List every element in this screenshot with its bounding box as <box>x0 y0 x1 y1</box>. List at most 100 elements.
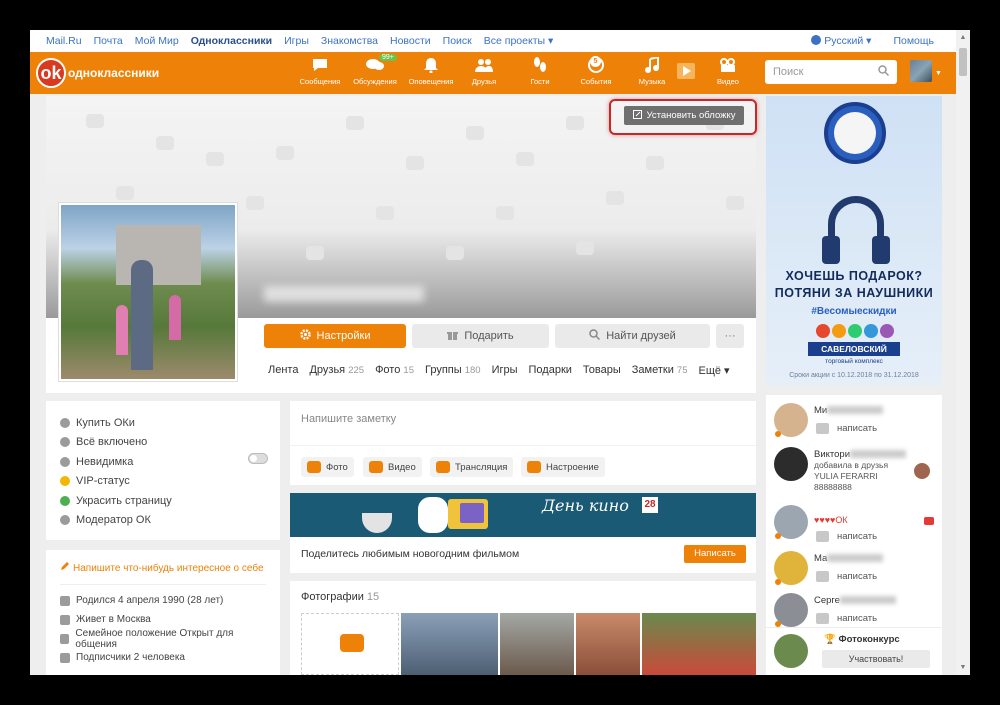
added-friend-name[interactable]: YULIA FERARRI <box>814 471 878 481</box>
search-icon <box>589 329 601 343</box>
tab-label: Подарки <box>528 364 572 376</box>
avatar[interactable] <box>774 634 808 668</box>
play-icon[interactable] <box>677 63 695 79</box>
menu-moderator[interactable]: Модератор ОК <box>60 511 266 531</box>
tab-groups[interactable]: Группы 180 <box>425 364 481 377</box>
about-city: Живет в Москва <box>60 610 266 629</box>
write-message-link[interactable]: написать <box>816 423 877 434</box>
friend-item[interactable]: ♥♥♥♥ОК написать <box>774 505 940 551</box>
scroll-down-icon[interactable]: ▼ <box>956 664 970 671</box>
nav-video[interactable]: Видео <box>700 56 756 92</box>
write-about-link[interactable]: Напишите что-нибудь интересное о себе <box>60 562 266 585</box>
scrollbar[interactable]: ▲ ▼ <box>956 30 970 675</box>
media-mood-button[interactable]: Настроение <box>521 457 605 477</box>
smile-icon <box>527 461 541 473</box>
participate-button[interactable]: Участвовать! <box>822 650 930 668</box>
movie-day-card: День кино 28 Поделитесь любимым новогодн… <box>290 493 756 573</box>
menu-all-inclusive[interactable]: Всё включено <box>60 433 266 453</box>
menu-label: Украсить страницу <box>76 494 172 507</box>
nav-music[interactable]: Музыка <box>624 56 680 92</box>
photo-thumbnail[interactable] <box>642 613 756 675</box>
friend-item[interactable]: Виктори добавила в друзья YULIA FERARRI … <box>774 447 940 493</box>
portal-link-all-projects[interactable]: Все проекты ▾ <box>484 35 553 47</box>
help-link[interactable]: Помощь <box>893 35 934 47</box>
nav-discussions[interactable]: 99+ Обсуждения <box>347 54 403 92</box>
scrollbar-thumb[interactable] <box>959 48 967 76</box>
nav-label: Оповещения <box>408 77 454 86</box>
tab-notes[interactable]: Заметки 75 <box>632 364 688 377</box>
tab-friends[interactable]: Друзья 225 <box>309 364 364 377</box>
music-icon <box>643 56 661 74</box>
settings-button[interactable]: Настройки <box>264 324 406 348</box>
about-status: Семейное положение Открыт для общения <box>60 628 266 650</box>
nav-messages[interactable]: Сообщения <box>292 56 348 92</box>
write-message-link[interactable]: написать <box>816 531 877 542</box>
menu-vip[interactable]: VIP-статус <box>60 472 266 492</box>
avatar[interactable] <box>914 463 930 479</box>
more-button[interactable]: ··· <box>716 324 744 348</box>
nav-label: Гости <box>530 77 550 86</box>
photo-contest: 🏆 Фотоконкурс Участвовать! <box>766 627 942 675</box>
portal-link-search[interactable]: Поиск <box>443 35 472 47</box>
left-menu: Купить ОКи Всё включено Невидимка VIP-ст… <box>46 401 280 540</box>
menu-decorate[interactable]: Украсить страницу <box>60 491 266 511</box>
portal-link-mail[interactable]: Почта <box>94 35 123 47</box>
globe-icon <box>811 35 822 45</box>
note-input[interactable]: Напишите заметку <box>301 413 396 425</box>
write-label: написать <box>837 613 878 624</box>
photo-thumbnail[interactable] <box>500 613 574 675</box>
friend-item[interactable]: Ма написать <box>774 551 940 597</box>
media-photo-button[interactable]: Фото <box>301 457 354 477</box>
write-label: написать <box>837 571 878 582</box>
find-friends-button[interactable]: Найти друзей <box>555 324 710 348</box>
write-button[interactable]: Написать <box>684 545 746 563</box>
about-subscribers[interactable]: Подписчики 2 человека <box>60 648 266 667</box>
portal-link-games[interactable]: Игры <box>284 35 309 47</box>
menu-buy-oki[interactable]: Купить ОКи <box>60 413 266 433</box>
gift-button[interactable]: Подарить <box>412 324 549 348</box>
tab-games[interactable]: Игры <box>492 364 518 377</box>
user-avatar-menu[interactable] <box>910 60 932 82</box>
tab-gifts[interactable]: Подарки <box>529 364 572 377</box>
menu-invisible[interactable]: Невидимка <box>60 452 266 472</box>
invisible-toggle[interactable] <box>248 453 268 464</box>
profile-photo[interactable] <box>58 202 238 382</box>
ok-logo[interactable]: ok одноклассники <box>36 54 166 92</box>
photo-thumbnail[interactable] <box>576 613 640 675</box>
portal-link-dating[interactable]: Знакомства <box>321 35 378 47</box>
photos-title[interactable]: Фотографии 15 <box>301 591 379 603</box>
write-message-link[interactable]: написать <box>816 571 877 582</box>
tab-more[interactable]: Ещё ▾ <box>698 364 729 377</box>
nav-friends[interactable]: Друзья <box>456 56 512 92</box>
nav-notifications[interactable]: Оповещения <box>403 56 459 92</box>
tab-label: Ещё ▾ <box>698 365 730 377</box>
media-stream-button[interactable]: Трансляция <box>430 457 514 477</box>
portal-link-ok[interactable]: Одноклассники <box>191 35 272 47</box>
language-selector[interactable]: Русский ▾ <box>811 35 871 47</box>
footprints-icon <box>531 56 549 74</box>
nav-events[interactable]: 5 События <box>568 56 624 92</box>
nav-guests[interactable]: Гости <box>512 56 568 92</box>
portal-link-news[interactable]: Новости <box>390 35 431 47</box>
portal-link-mailru[interactable]: Mail.Ru <box>46 35 82 47</box>
write-message-link[interactable]: написать <box>816 613 877 624</box>
add-photo-button[interactable] <box>301 613 399 675</box>
chevron-down-icon[interactable]: ▼ <box>935 70 942 77</box>
friend-item[interactable]: Ми написать <box>774 403 940 449</box>
bell-icon <box>422 56 440 74</box>
media-video-button[interactable]: Видео <box>363 457 422 477</box>
portal-link-myworld[interactable]: Мой Мир <box>135 35 179 47</box>
movie-day-banner[interactable]: День кино 28 <box>290 493 756 537</box>
ad-banner[interactable]: ХОЧЕШЬ ПОДАРОК? ПОТЯНИ ЗА НАУШНИКИ #Весо… <box>766 96 942 386</box>
tab-photos[interactable]: Фото 15 <box>375 364 414 377</box>
tab-label: Лента <box>268 364 299 376</box>
search-input[interactable]: Поиск <box>765 60 897 84</box>
tab-goods[interactable]: Товары <box>583 364 621 377</box>
edit-icon <box>632 109 642 122</box>
tab-feed[interactable]: Лента <box>268 364 298 377</box>
tab-label: Игры <box>491 364 518 376</box>
set-cover-button[interactable]: Установить обложку <box>624 106 744 125</box>
photo-thumbnail[interactable] <box>401 613 498 675</box>
scroll-up-icon[interactable]: ▲ <box>956 34 970 41</box>
portal-bar: Mail.Ru Почта Мой Мир Одноклассники Игры… <box>30 30 956 52</box>
